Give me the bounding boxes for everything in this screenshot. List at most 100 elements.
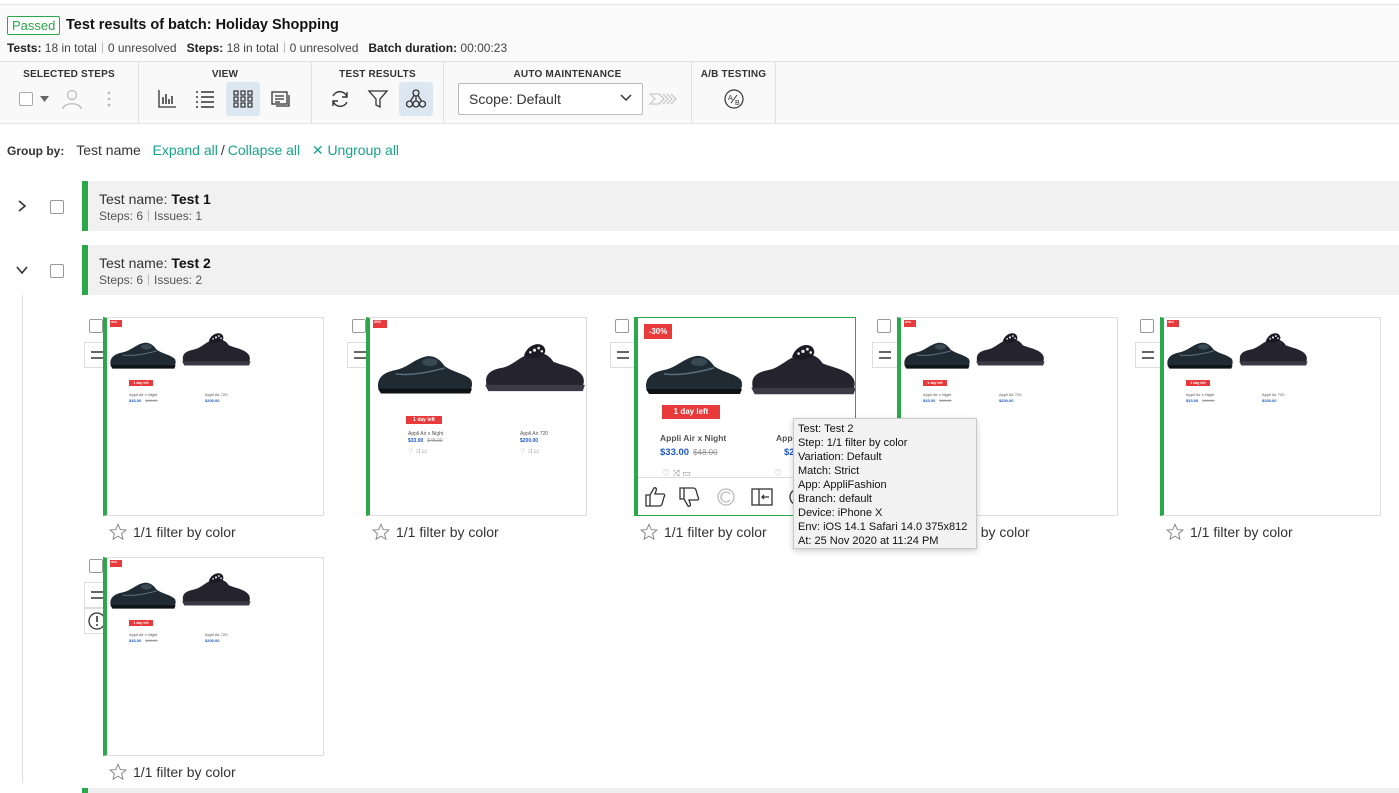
equal-icon xyxy=(91,591,103,599)
revert-icon[interactable] xyxy=(714,485,738,509)
star-icon[interactable] xyxy=(1166,523,1184,541)
step-checkbox[interactable] xyxy=(877,319,891,333)
step-checkbox[interactable] xyxy=(89,559,103,573)
star-icon[interactable] xyxy=(372,523,390,541)
group-stats: Steps: 6 Issues: 2 xyxy=(99,273,202,287)
refresh-button[interactable] xyxy=(323,82,357,116)
thumbs-down-icon[interactable] xyxy=(678,485,702,509)
group-row-test-1: Test name: Test 1 Steps: 6 Issues: 1 xyxy=(0,181,1399,231)
filter-button[interactable] xyxy=(361,82,395,116)
equal-status-button[interactable] xyxy=(872,342,898,368)
group-header[interactable]: Test name: Test 1 Steps: 6 Issues: 1 xyxy=(82,181,1399,231)
equal-status-button[interactable] xyxy=(610,342,636,368)
grid-icon xyxy=(233,90,253,108)
expand-all-link[interactable]: Expand all xyxy=(152,142,217,158)
step-name: 1/1 filter by color xyxy=(396,524,499,540)
grid-view-button[interactable] xyxy=(226,82,260,116)
product-price: $33.00 $48.00 xyxy=(923,398,951,403)
step-thumbnail[interactable]: -30% 1 day left Appli Air x Night $33.00… xyxy=(366,317,587,516)
equal-status-button[interactable] xyxy=(1135,342,1161,368)
old-price: $48.00 xyxy=(939,398,952,403)
step-card[interactable]: -30% 1 day left Appli Air x Night $33.00… xyxy=(84,317,339,547)
sale-tag: -30% xyxy=(1167,320,1179,327)
list-view-button[interactable] xyxy=(188,82,222,116)
group-name: Test 1 xyxy=(171,191,211,207)
step-label: 1/1 filter by color xyxy=(1166,523,1293,541)
days-left-badge: 1 day left xyxy=(662,405,720,419)
price: $33.00 xyxy=(1186,398,1199,403)
step-thumbnail[interactable]: -30% 1 day left Appli Air x Night $33.00… xyxy=(103,557,324,756)
product-price: $200.00 xyxy=(205,398,220,403)
group-row-test-2: Test name: Test 2 Steps: 6 Issues: 2 xyxy=(0,245,1399,295)
toolbar: SELECTED STEPS VIEW TEST RESULTS AUTO MA… xyxy=(0,62,1399,124)
test-results-section: TEST RESULTS xyxy=(312,62,444,124)
batch-title: Test results of batch: Holiday Shopping xyxy=(66,17,339,33)
step-checkbox[interactable] xyxy=(615,319,629,333)
step-checkbox[interactable] xyxy=(1140,319,1154,333)
product-name: Appli Air x Night xyxy=(1186,392,1215,397)
days-left-badge: 1 day left xyxy=(129,620,153,626)
select-all-checkbox[interactable] xyxy=(19,92,33,106)
svg-text:B: B xyxy=(735,100,740,107)
view-title: VIEW xyxy=(211,69,239,80)
group-checkbox[interactable] xyxy=(50,264,64,278)
shoe-image xyxy=(1166,336,1234,370)
step-card[interactable]: -30% 1 day left Appli Air x Night $33.00… xyxy=(347,317,602,547)
tests-label: Tests: xyxy=(7,41,42,55)
chevron-right-icon[interactable] xyxy=(14,198,30,214)
apply-maintenance-icon[interactable] xyxy=(649,90,679,108)
more-vertical-icon[interactable] xyxy=(107,91,111,107)
tests-unresolved: 0 unresolved xyxy=(107,41,177,55)
star-icon[interactable] xyxy=(640,523,658,541)
scope-select[interactable]: Scope: Default xyxy=(458,83,643,115)
test-results-title: TEST RESULTS xyxy=(339,69,416,80)
tooltip-app: App: AppliFashion xyxy=(798,479,887,491)
group-checkbox[interactable] xyxy=(50,200,64,214)
chart-view-button[interactable] xyxy=(150,82,184,116)
group-button[interactable] xyxy=(399,82,433,116)
step-thumbnail[interactable]: -30% 1 day left Appli Air x Night $33.00… xyxy=(1160,317,1381,516)
equal-icon xyxy=(879,351,891,359)
step-card[interactable]: -30% 1 day left Appli Air x Night $33.00… xyxy=(1135,317,1390,547)
product-actions: ♡ ⤨ ▭ xyxy=(520,449,540,455)
ungroup-all-link[interactable]: ✕ Ungroup all xyxy=(312,142,399,158)
thumbs-up-icon[interactable] xyxy=(644,485,668,509)
details-view-button[interactable] xyxy=(264,82,298,116)
product-name: Appli Air 720 xyxy=(520,431,549,437)
group-steps: Steps: 6 xyxy=(99,209,144,223)
days-left-badge: 1 day left xyxy=(923,380,947,386)
chevron-down-icon[interactable] xyxy=(14,262,30,278)
user-icon[interactable] xyxy=(61,88,83,110)
group-header[interactable]: Test name: Test 2 Steps: 6 Issues: 2 xyxy=(82,245,1399,295)
status-badge: Passed xyxy=(7,16,61,35)
select-dropdown-icon[interactable] xyxy=(40,96,49,102)
sale-tag: -30% xyxy=(110,320,122,327)
step-thumbnail[interactable]: -30% 1 day left Appli Air x Night $33.00… xyxy=(103,317,324,516)
selected-steps-section: SELECTED STEPS xyxy=(0,62,139,124)
steps-total: 18 in total xyxy=(226,41,279,55)
shoe-image xyxy=(180,330,252,368)
step-checkbox[interactable] xyxy=(352,319,366,333)
tooltip-branch: Branch: default xyxy=(798,493,872,505)
star-icon[interactable] xyxy=(109,763,127,781)
step-card[interactable]: -30% 1 day left Appli Air x Night $33.00… xyxy=(84,557,339,787)
ab-testing-button[interactable]: AB xyxy=(717,82,751,116)
collapse-all-link[interactable]: Collapse all xyxy=(228,142,300,158)
step-checkbox[interactable] xyxy=(89,319,103,333)
product-name: Appli Air x Night xyxy=(129,632,158,637)
group-by-value[interactable]: Test name xyxy=(76,142,141,158)
sale-tag: -30% xyxy=(644,324,672,339)
sale-tag: -30% xyxy=(110,560,122,567)
product-name: Appli Air x Night xyxy=(129,392,158,397)
star-icon[interactable] xyxy=(109,523,127,541)
ab-testing-section: A/B TESTING AB xyxy=(692,62,776,124)
selected-steps-title: SELECTED STEPS xyxy=(23,69,115,80)
tooltip-variation: Variation: Default xyxy=(798,451,882,463)
compare-icon[interactable] xyxy=(750,485,774,509)
group-name: Test 2 xyxy=(171,255,211,271)
equal-icon xyxy=(617,351,629,359)
equal-icon xyxy=(354,351,366,359)
shoe-image xyxy=(644,346,744,396)
group-title-prefix: Test name: xyxy=(99,255,168,271)
auto-maintenance-title: AUTO MAINTENANCE xyxy=(513,69,622,80)
